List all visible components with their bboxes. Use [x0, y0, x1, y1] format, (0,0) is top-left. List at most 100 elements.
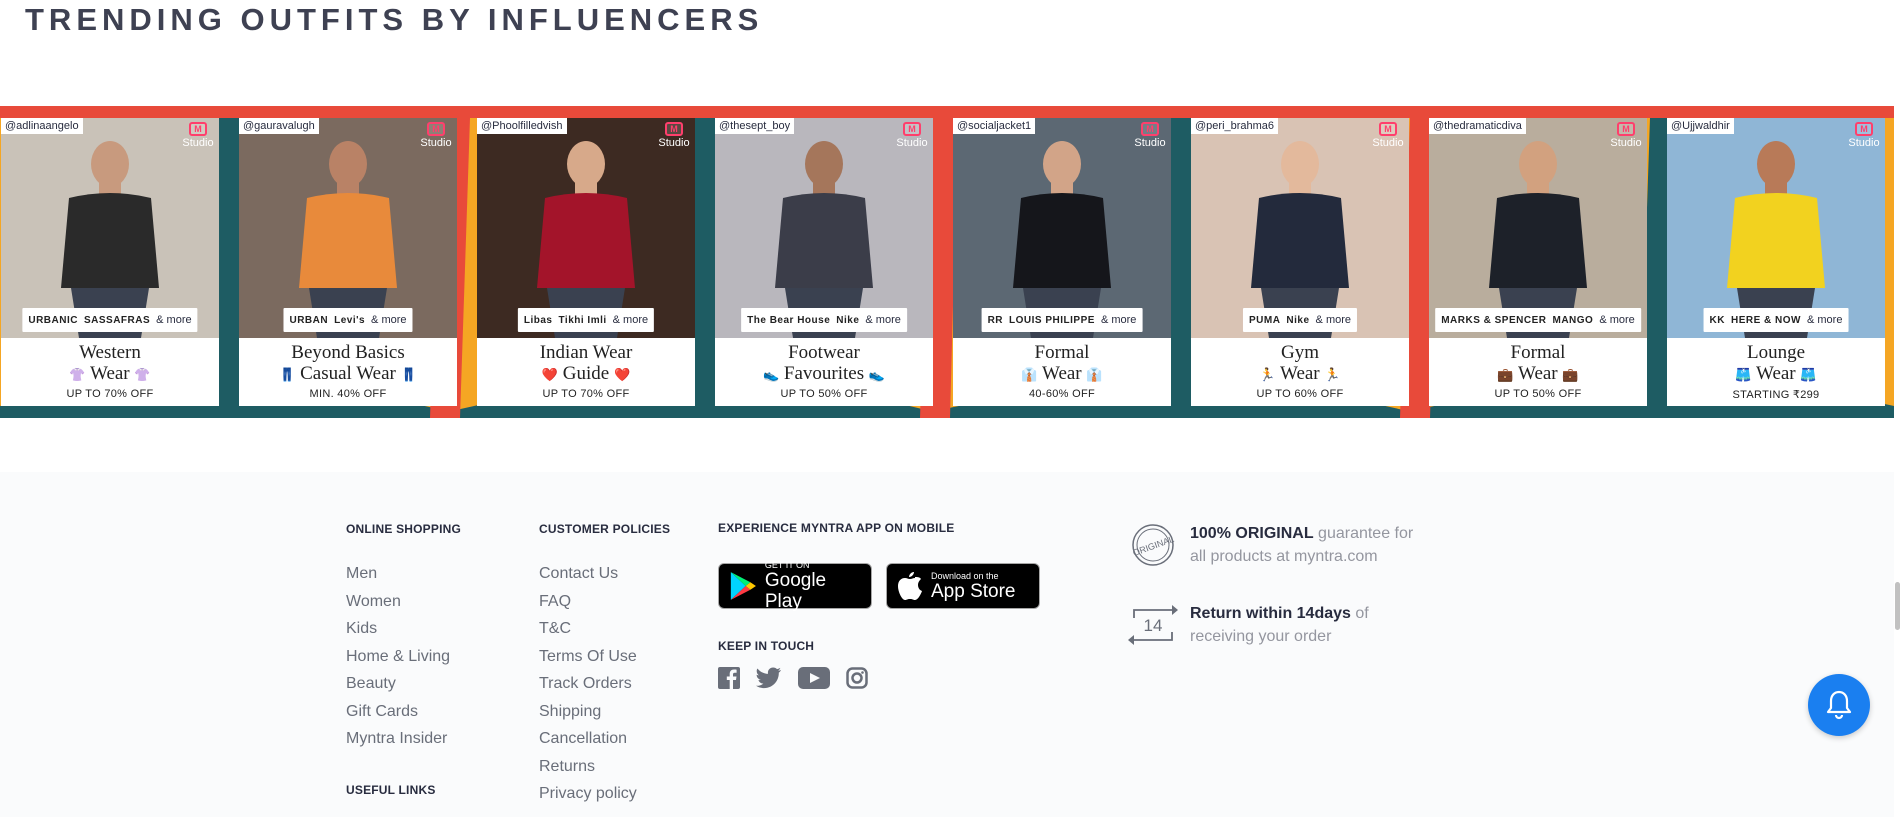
studio-icon: M [1855, 122, 1873, 136]
card-title: Formal 👔 Wear 👔 [953, 342, 1171, 385]
card-title-line2-text: Wear [1280, 363, 1320, 384]
footer-link[interactable]: Gift Cards [346, 698, 461, 726]
influencer-card[interactable]: Libas Tikhi Imli & more @Phoolfilledvish M St… [477, 118, 695, 406]
influencer-photo: PUMA Nike & more [1191, 118, 1409, 338]
studio-label: Studio [1134, 137, 1166, 149]
studio-label: Studio [1372, 137, 1404, 149]
card-emoji-left: 🩳 [1735, 367, 1752, 382]
card-title: Western 👚 Wear 👚 [1, 342, 219, 385]
return-days-number: 14 [1144, 616, 1163, 635]
card-emoji-left: 👔 [1021, 367, 1038, 382]
footer-link[interactable]: Returns [539, 753, 670, 781]
original-promise-text: 100% ORIGINAL guarantee for all products… [1190, 522, 1420, 568]
studio-icon: M [1617, 122, 1635, 136]
studio-badge: M Studio [657, 122, 691, 149]
brand-more: & more [865, 314, 901, 326]
card-emoji-right: 👚 [134, 367, 151, 382]
online-shopping-links: Men Women Kids Home & Living Beauty Gift Card… [346, 560, 461, 753]
app-store-button[interactable]: Download on the App Store [886, 563, 1040, 609]
footer-link[interactable]: Kids [346, 615, 461, 643]
keep-in-touch-heading: KEEP IN TOUCH [718, 639, 815, 653]
influencer-card[interactable]: KK HERE & NOW & more @Ujjwaldhir M Studio Loun… [1667, 118, 1885, 406]
influencer-photo: MARKS & SPENCER MANGO & more [1429, 118, 1647, 338]
google-play-button[interactable]: GET IT ON Google Play [718, 560, 872, 612]
card-title-line1: Indian Wear [539, 342, 633, 363]
brand-strip: The Bear House Nike & more [741, 308, 907, 332]
card-title-line1: Beyond Basics [291, 342, 405, 363]
card-title-line2-text: Guide [562, 363, 610, 384]
return-promise-text: Return within 14days of receiving your o… [1190, 602, 1420, 648]
footer-link[interactable]: Cancellation [539, 725, 670, 753]
influencer-handle[interactable]: @adlinaangelo [1, 118, 83, 134]
influencer-card[interactable]: The Bear House Nike & more @thesept_boy M Stu… [715, 118, 933, 406]
brand-logo: KK [1709, 314, 1725, 326]
instagram-icon[interactable] [846, 667, 868, 689]
footer-link[interactable]: Beauty [346, 670, 461, 698]
brand-logo: MANGO [1552, 314, 1594, 326]
card-offer: MIN. 40% OFF [309, 388, 387, 400]
original-promise: ORIGINAL 100% ORIGINAL guarantee for all… [1128, 522, 1420, 568]
influencer-handle[interactable]: @thedramaticdiva [1429, 118, 1526, 134]
card-offer: UP TO 50% OFF [1494, 388, 1582, 400]
useful-links-heading: USEFUL LINKS [346, 782, 436, 797]
youtube-icon[interactable] [798, 667, 830, 689]
card-emoji-left: 👖 [279, 367, 296, 382]
influencer-card[interactable]: PUMA Nike & more @peri_brahma6 M Studio Gym 🏃 W… [1191, 118, 1409, 406]
card-title-line1: Formal [1034, 342, 1090, 363]
studio-label: Studio [658, 137, 690, 149]
influencer-handle[interactable]: @Phoolfilledvish [477, 118, 567, 134]
footer-link[interactable]: Women [346, 588, 461, 616]
card-emoji-left: 👚 [69, 367, 86, 382]
studio-icon: M [189, 122, 207, 136]
page-scrollbar[interactable] [1894, 0, 1901, 817]
footer-link[interactable]: Contact Us [539, 560, 670, 588]
card-offer: UP TO 50% OFF [780, 388, 868, 400]
card-title-line2: ❤️ Guide ❤️ [477, 363, 695, 385]
card-title-line2: 👖 Casual Wear 👖 [239, 363, 457, 385]
scrollbar-thumb[interactable] [1895, 582, 1900, 630]
card-title-line1: Western [79, 342, 141, 363]
card-title-line1: Gym [1281, 342, 1319, 363]
footer-link[interactable]: FAQ [539, 588, 670, 616]
footer-link[interactable]: Shipping [539, 698, 670, 726]
influencer-card[interactable]: URBAN Levi's & more @gauravalugh M Studio Beyo… [239, 118, 457, 406]
brand-logo: SASSAFRAS [83, 314, 151, 326]
customer-policies-column: CUSTOMER POLICIES Contact Us FAQ T&C Terms … [539, 522, 670, 808]
influencer-photo: URBANIC SASSAFRAS & more [1, 118, 219, 338]
notification-bell-button[interactable] [1808, 674, 1870, 736]
influencer-card[interactable]: RR LOUIS PHILIPPE & more @socialjacket1 M Stu… [953, 118, 1171, 406]
app-heading: EXPERIENCE MYNTRA APP ON MOBILE [718, 521, 955, 535]
twitter-icon[interactable] [756, 667, 782, 689]
footer-link[interactable]: Terms Of Use [539, 643, 670, 671]
brand-strip: Libas Tikhi Imli & more [517, 308, 655, 332]
footer-link[interactable]: Myntra Insider [346, 725, 461, 753]
influencer-handle[interactable]: @socialjacket1 [953, 118, 1036, 134]
brand-strip: MARKS & SPENCER MANGO & more [1435, 308, 1641, 332]
app-column: EXPERIENCE MYNTRA APP ON MOBILE GET IT O… [718, 521, 1040, 689]
card-offer: UP TO 70% OFF [66, 388, 154, 400]
footer-link[interactable]: Track Orders [539, 670, 670, 698]
footer-link[interactable]: Men [346, 560, 461, 588]
influencer-handle[interactable]: @Ujjwaldhir [1667, 118, 1734, 134]
brand-more: & more [1100, 314, 1137, 326]
card-title: Formal 💼 Wear 💼 [1429, 342, 1647, 385]
brand-strip: PUMA Nike & more [1242, 308, 1358, 332]
card-title-line1: Formal [1510, 342, 1566, 363]
influencer-handle[interactable]: @gauravalugh [239, 118, 319, 134]
footer-link[interactable]: Home & Living [346, 643, 461, 671]
brand-strip: URBANIC SASSAFRAS & more [22, 308, 198, 332]
card-title-line2: 👔 Wear 👔 [953, 363, 1171, 385]
card-title: Gym 🏃 Wear 🏃 [1191, 342, 1409, 385]
brand-logo: Nike [1286, 314, 1310, 326]
brand-more: & more [612, 314, 649, 326]
brand-more: & more [1599, 314, 1635, 326]
section-title: TRENDING OUTFITS BY INFLUENCERS [25, 2, 764, 37]
footer-link[interactable]: Privacy policy [539, 780, 670, 808]
influencer-handle[interactable]: @thesept_boy [715, 118, 795, 134]
influencer-cards: URBANIC SASSAFRAS & more @adlinaangelo M Stud… [0, 118, 1894, 414]
influencer-handle[interactable]: @peri_brahma6 [1191, 118, 1279, 134]
influencer-card[interactable]: URBANIC SASSAFRAS & more @adlinaangelo M Stud… [1, 118, 219, 406]
footer-link[interactable]: T&C [539, 615, 670, 643]
facebook-icon[interactable] [718, 667, 740, 689]
influencer-card[interactable]: MARKS & SPENCER MANGO & more @thedramaticdi… [1429, 118, 1647, 406]
